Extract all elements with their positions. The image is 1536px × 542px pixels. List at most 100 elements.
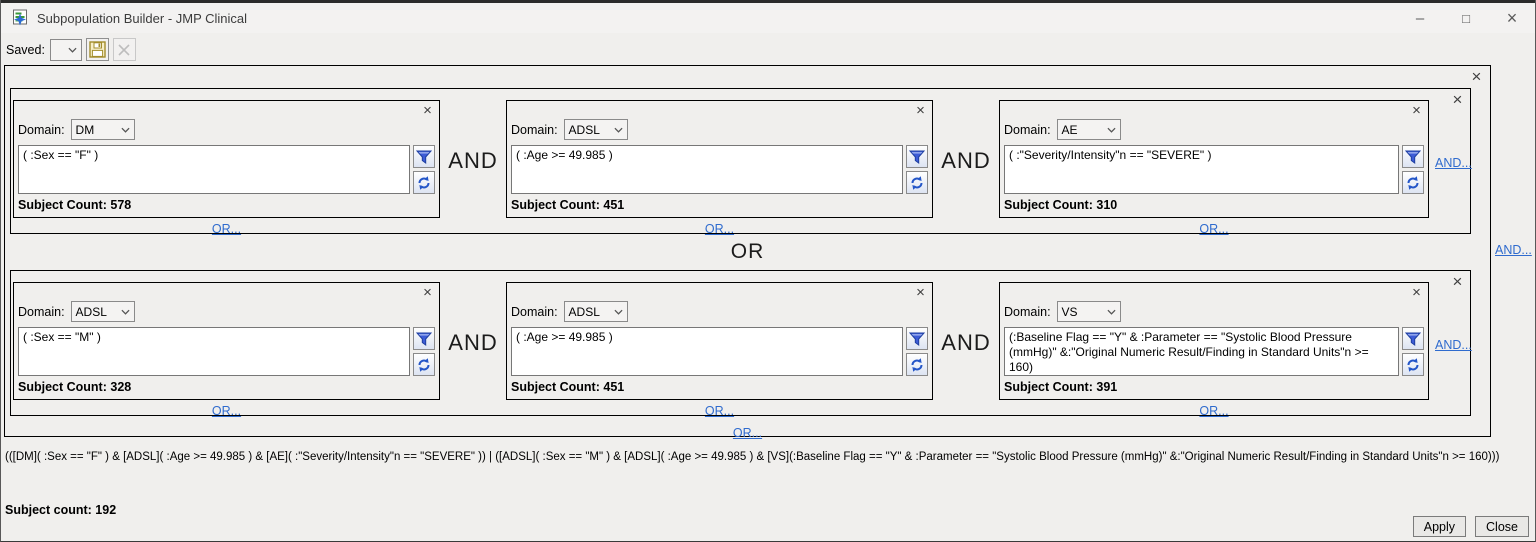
subject-count-label: Subject Count:: [1004, 380, 1093, 394]
domain-select[interactable]: ADSL: [71, 301, 135, 322]
apply-button[interactable]: Apply: [1413, 516, 1466, 537]
subject-count-value: 310: [1096, 198, 1117, 212]
total-subject-count: Subject count: 192: [5, 503, 116, 517]
close-filter-button[interactable]: ×: [912, 102, 929, 119]
expression-row: ( :Age >= 49.985 ): [511, 145, 928, 194]
and-separator-label: AND: [933, 330, 999, 356]
or-link[interactable]: OR...: [212, 404, 241, 418]
close-filter-button[interactable]: ×: [912, 284, 929, 301]
saved-select[interactable]: [50, 39, 82, 61]
filter-button[interactable]: [413, 327, 435, 350]
title-bar: Subpopulation Builder - JMP Clinical – □…: [1, 3, 1535, 33]
cards-row: × Domain: ADSL ( :Sex == "M" ): [11, 271, 1470, 418]
or-link[interactable]: OR...: [1199, 404, 1228, 418]
cards-row: × Domain: DM ( :Sex == "F" ): [11, 89, 1470, 236]
subject-count: Subject Count: 578: [18, 198, 435, 212]
filter-button[interactable]: [1402, 327, 1424, 350]
refresh-button[interactable]: [1402, 353, 1424, 376]
domain-label: Domain:: [511, 123, 558, 137]
subject-count: Subject Count: 391: [1004, 380, 1424, 394]
filter-button[interactable]: [906, 327, 928, 350]
close-filter-button[interactable]: ×: [1408, 102, 1425, 119]
expression-row: ( :Sex == "F" ): [18, 145, 435, 194]
or-link[interactable]: OR...: [1199, 222, 1228, 236]
chevron-down-icon: [68, 47, 77, 53]
icon-column: [413, 145, 435, 194]
filter-button[interactable]: [1402, 145, 1424, 168]
domain-label: Domain:: [18, 123, 65, 137]
expression-input[interactable]: ( :Sex == "M" ): [18, 327, 410, 376]
subject-count-label: Subject Count:: [18, 198, 107, 212]
filter-button[interactable]: [906, 145, 928, 168]
domain-select[interactable]: AE: [1057, 119, 1121, 140]
domain-label: Domain:: [1004, 305, 1051, 319]
refresh-button[interactable]: [906, 353, 928, 376]
close-group-button[interactable]: ×: [1449, 91, 1466, 108]
refresh-icon: [416, 175, 432, 191]
subject-count-label: Subject Count:: [511, 198, 600, 212]
domain-select[interactable]: VS: [1057, 301, 1121, 322]
save-subpopulation-button[interactable]: [86, 38, 109, 61]
close-group-button[interactable]: ×: [1449, 273, 1466, 290]
refresh-button[interactable]: [1402, 171, 1424, 194]
and-filter-group-2: × × Domain: ADSL ( :Sex == "M": [10, 270, 1471, 416]
filter-unit: × Domain: DM ( :Sex == "F" ): [13, 100, 440, 236]
expression-input[interactable]: ( :"Severity/Intensity"n == "SEVERE" ): [1004, 145, 1399, 194]
expression-row: (:Baseline Flag == "Y" & :Parameter == "…: [1004, 327, 1424, 376]
delete-saved-button[interactable]: [113, 38, 136, 61]
footer-buttons: Apply Close: [1413, 516, 1529, 537]
subject-count-value: 578: [110, 198, 131, 212]
subject-count: Subject Count: 328: [18, 380, 435, 394]
subject-count-value: 391: [1096, 380, 1117, 394]
close-filter-button[interactable]: ×: [1408, 284, 1425, 301]
outer-and-link[interactable]: AND...: [1495, 243, 1532, 257]
x-mark-icon: [117, 43, 131, 57]
filter-card-dm: × Domain: DM ( :Sex == "F" ): [13, 100, 440, 218]
expression-input[interactable]: ( :Age >= 49.985 ): [511, 145, 903, 194]
close-filter-button[interactable]: ×: [419, 102, 436, 119]
or-link[interactable]: OR...: [705, 404, 734, 418]
icon-column: [1402, 327, 1424, 376]
window-title: Subpopulation Builder - JMP Clinical: [37, 11, 247, 26]
funnel-icon: [909, 149, 925, 165]
filter-button[interactable]: [413, 145, 435, 168]
minimize-button[interactable]: –: [1397, 3, 1443, 33]
and-link[interactable]: AND...: [1435, 338, 1472, 352]
domain-value: DM: [76, 123, 95, 137]
expression-row: ( :Age >= 49.985 ): [511, 327, 928, 376]
expression-input[interactable]: (:Baseline Flag == "Y" & :Parameter == "…: [1004, 327, 1399, 376]
domain-select[interactable]: ADSL: [564, 301, 628, 322]
filter-card-vs: × Domain: VS (:Baseline Flag == "Y" & :P…: [999, 282, 1429, 400]
subject-count: Subject Count: 451: [511, 198, 928, 212]
or-link[interactable]: OR...: [705, 222, 734, 236]
refresh-button[interactable]: [906, 171, 928, 194]
domain-row: Domain: ADSL: [511, 301, 928, 322]
maximize-button[interactable]: □: [1443, 3, 1489, 33]
domain-select[interactable]: DM: [71, 119, 135, 140]
close-outer-group-button[interactable]: ×: [1468, 68, 1485, 85]
funnel-icon: [416, 331, 432, 347]
floppy-disk-icon: [89, 41, 106, 58]
subject-count-value: 451: [603, 198, 624, 212]
outer-or-link[interactable]: OR...: [733, 426, 762, 440]
domain-value: AE: [1062, 123, 1078, 137]
window-close-button[interactable]: ×: [1489, 3, 1535, 33]
filter-card-adsl-sex: × Domain: ADSL ( :Sex == "M" ): [13, 282, 440, 400]
icon-column: [413, 327, 435, 376]
subject-count-label: Subject Count:: [511, 380, 600, 394]
filter-unit: × Domain: ADSL ( :Age >= 49.985 ): [506, 100, 933, 236]
domain-value: ADSL: [76, 305, 107, 319]
outer-or-link-row: OR...: [5, 424, 1490, 442]
funnel-icon: [1405, 149, 1421, 165]
expression-input[interactable]: ( :Age >= 49.985 ): [511, 327, 903, 376]
domain-select[interactable]: ADSL: [564, 119, 628, 140]
and-link[interactable]: AND...: [1435, 156, 1472, 170]
or-link[interactable]: OR...: [212, 222, 241, 236]
refresh-button[interactable]: [413, 353, 435, 376]
expression-input[interactable]: ( :Sex == "F" ): [18, 145, 410, 194]
domain-row: Domain: DM: [18, 119, 435, 140]
and-filter-group-1: × × Domain: DM ( :Sex == "F" ): [10, 88, 1471, 234]
refresh-button[interactable]: [413, 171, 435, 194]
close-filter-button[interactable]: ×: [419, 284, 436, 301]
close-button[interactable]: Close: [1475, 516, 1529, 537]
